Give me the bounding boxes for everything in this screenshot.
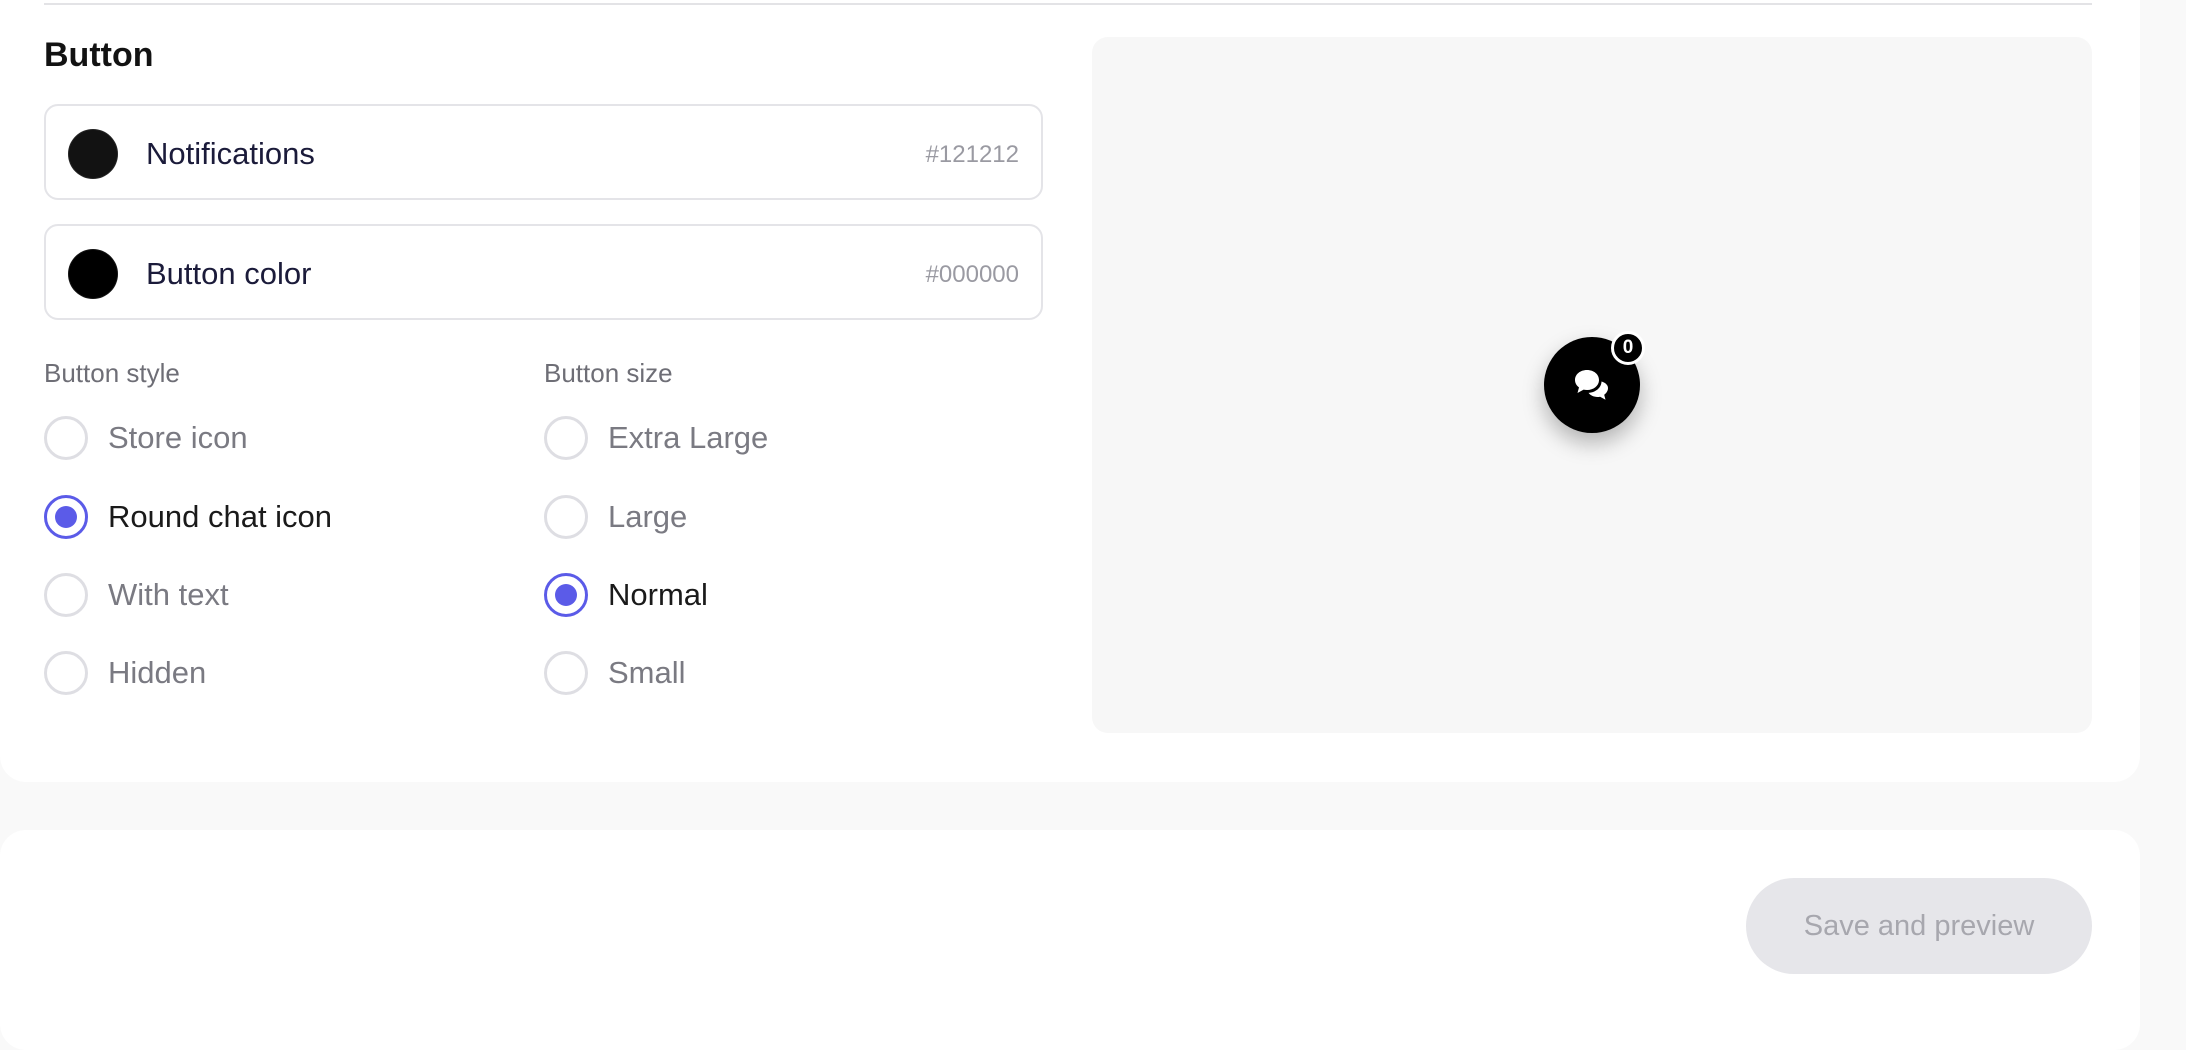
style-option-round-chat-icon[interactable]: Round chat icon [44, 492, 332, 542]
style-option-store-icon[interactable]: Store icon [44, 413, 248, 463]
notifications-color-hex: #121212 [925, 141, 1019, 168]
radio-button[interactable] [544, 495, 588, 539]
save-and-preview-button[interactable]: Save and preview [1746, 878, 2092, 974]
button-size-label: Button size [544, 358, 673, 388]
style-option-hidden[interactable]: Hidden [44, 648, 206, 698]
size-option-label: Small [608, 655, 686, 690]
size-option-large[interactable]: Large [544, 492, 687, 542]
button-color-hex: #000000 [925, 261, 1019, 288]
style-option-label: Store icon [108, 420, 248, 455]
style-option-label: Round chat icon [108, 499, 333, 534]
size-option-small[interactable]: Small [544, 648, 686, 698]
chat-bubbles-icon [1575, 370, 1608, 400]
button-color-field[interactable]: Button color #000000 [44, 224, 1043, 320]
radio-button-checked[interactable] [544, 573, 588, 617]
section-divider [44, 3, 2092, 5]
size-option-label: Large [608, 499, 688, 534]
radio-button[interactable] [544, 651, 588, 695]
button-color-swatch[interactable] [68, 249, 118, 299]
size-option-label: Extra Large [608, 420, 769, 455]
radio-button[interactable] [44, 416, 88, 460]
section-title: Button [44, 36, 154, 74]
radio-button[interactable] [544, 416, 588, 460]
style-option-label: Hidden [108, 655, 207, 690]
notification-badge: 0 [1611, 331, 1645, 365]
radio-button[interactable] [44, 651, 88, 695]
style-option-with-text[interactable]: With text [44, 570, 229, 620]
button-color-label: Button color [146, 256, 312, 291]
size-option-label: Normal [608, 577, 708, 612]
notifications-color-label: Notifications [146, 136, 315, 171]
radio-button-checked[interactable] [44, 495, 88, 539]
size-option-extra-large[interactable]: Extra Large [544, 413, 768, 463]
notifications-color-field[interactable]: Notifications #121212 [44, 104, 1043, 200]
style-option-label: With text [108, 577, 229, 612]
button-style-label: Button style [44, 358, 180, 388]
notifications-color-swatch[interactable] [68, 129, 118, 179]
radio-button[interactable] [44, 573, 88, 617]
size-option-normal[interactable]: Normal [544, 570, 708, 620]
